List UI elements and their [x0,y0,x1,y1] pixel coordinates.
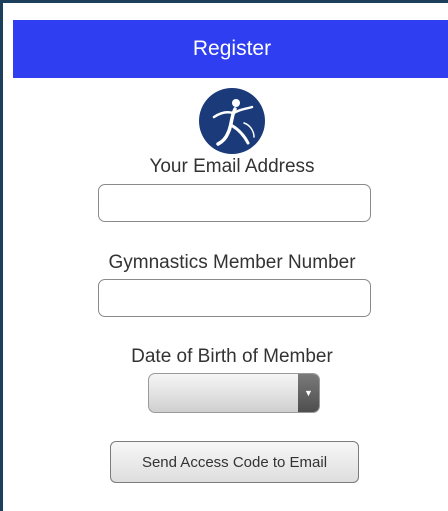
page-title: Register [192,37,272,60]
chevron-down-icon: ▼ [298,374,319,412]
member-number-field[interactable] [98,279,371,317]
dob-select[interactable]: ▼ [148,373,320,413]
email-label: Your Email Address [149,156,315,177]
email-field[interactable] [98,184,371,222]
member-number-label: Gymnastics Member Number [108,252,356,273]
dob-label: Date of Birth of Member [131,346,333,367]
app-frame: Register Your Email Address Gymnastics M… [0,0,448,511]
send-access-code-button[interactable]: Send Access Code to Email [110,441,359,483]
register-header: Register [13,20,448,78]
gymnast-logo-icon [199,88,265,154]
